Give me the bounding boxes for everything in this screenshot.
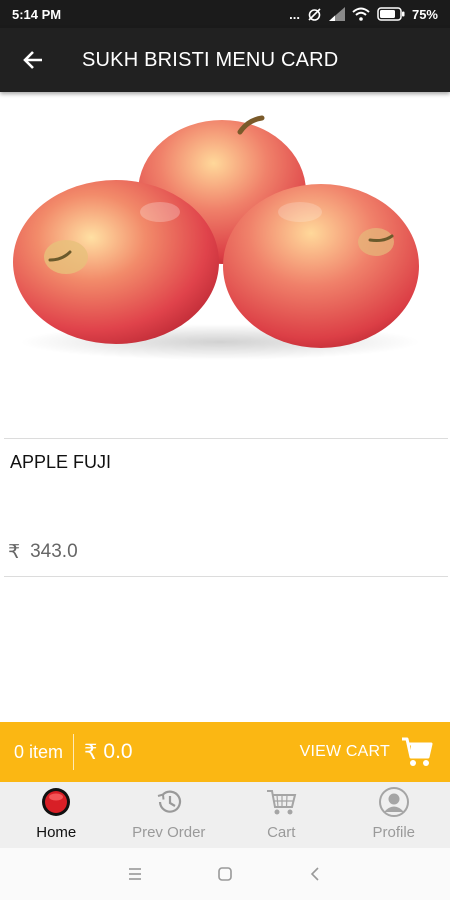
system-navigation-bar	[0, 848, 450, 900]
price-value: 343.0	[30, 541, 78, 562]
app-bar: SUKH BRISTI MENU CARD	[0, 28, 450, 92]
shopping-cart-icon	[402, 737, 433, 766]
alarm-icon	[308, 7, 321, 21]
wifi-icon	[352, 7, 370, 21]
product-price: ₹ 343.0	[8, 541, 78, 564]
signal-icon	[328, 7, 345, 21]
profile-icon	[378, 787, 409, 817]
cart-total-value: 0.0	[103, 739, 133, 763]
nav-label-profile: Profile	[372, 824, 416, 841]
nav-item-home[interactable]: Home	[0, 782, 113, 848]
nav-item-prev-order[interactable]: Prev Order	[113, 782, 226, 848]
divider	[4, 438, 448, 439]
cart-total: ₹ 0.0	[74, 740, 133, 765]
nav-item-cart[interactable]: Cart	[225, 782, 338, 848]
cart-icon	[267, 790, 297, 815]
arrow-left-icon	[23, 51, 42, 69]
menu-icon[interactable]	[125, 866, 145, 882]
view-cart-button[interactable]: VIEW CART	[300, 735, 450, 769]
status-bar: 5:14 PM ... 75%	[0, 0, 450, 28]
home-square-icon[interactable]	[215, 866, 235, 882]
apples-photo	[13, 115, 420, 360]
status-time: 5:14 PM	[12, 6, 62, 22]
cart-item-count: 0 item	[14, 741, 64, 762]
cart-summary-bar: 0 item ₹ 0.0 VIEW CART	[0, 722, 450, 782]
battery-percent: 75%	[411, 6, 438, 22]
back-button[interactable]	[0, 28, 66, 92]
nav-item-profile[interactable]: Profile	[338, 782, 450, 848]
currency-symbol: ₹	[8, 542, 21, 563]
product-image	[0, 92, 450, 392]
home-icon	[42, 788, 71, 816]
nav-label-prev-order: Prev Order	[132, 824, 206, 841]
divider	[4, 576, 448, 577]
nav-label-home: Home	[36, 824, 77, 841]
nav-label-cart: Cart	[267, 824, 296, 841]
status-dots: ...	[289, 6, 300, 22]
page-title: SUKH BRISTI MENU CARD	[82, 48, 339, 71]
status-icons: ... 75%	[289, 7, 438, 22]
bottom-navigation: Home Prev Order Cart Profile	[0, 782, 450, 848]
battery-icon	[377, 7, 405, 21]
cart-currency: ₹	[84, 740, 98, 764]
product-name: APPLE FUJI	[10, 452, 112, 472]
back-chevron-icon[interactable]	[305, 866, 325, 882]
history-icon	[157, 790, 181, 813]
view-cart-label: VIEW CART	[299, 743, 390, 760]
